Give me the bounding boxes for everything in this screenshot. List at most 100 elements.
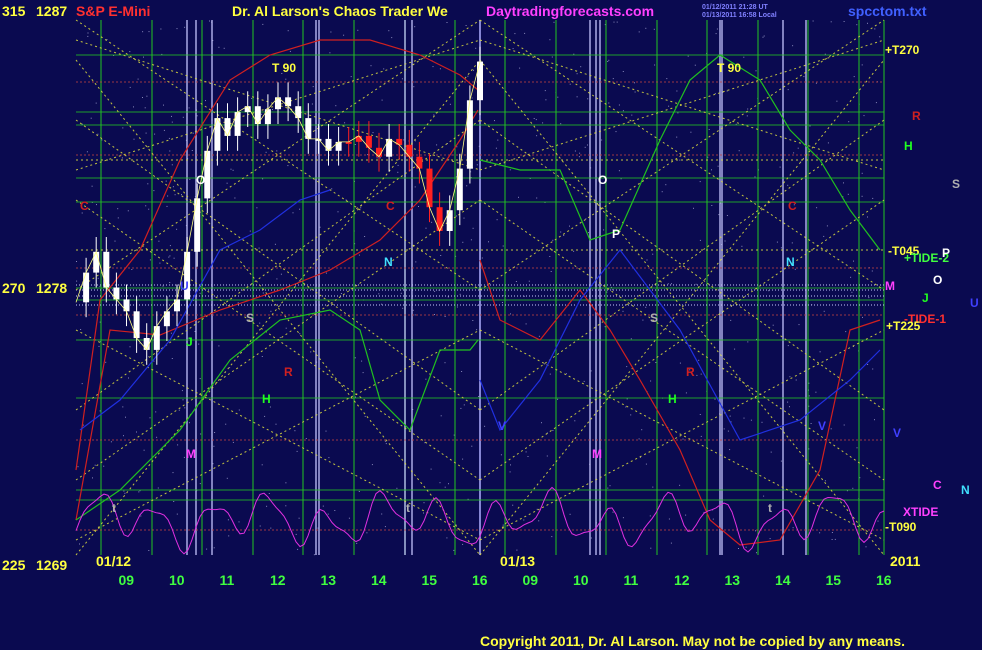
star <box>769 538 771 540</box>
star <box>370 65 372 67</box>
star <box>461 371 463 372</box>
star <box>188 422 190 424</box>
star <box>780 460 782 462</box>
x-tick-label: 13 <box>321 572 337 588</box>
star <box>340 293 342 294</box>
candle-body <box>83 272 90 303</box>
star <box>715 33 717 35</box>
x-tick-label: 14 <box>775 572 791 588</box>
star <box>299 208 301 210</box>
star <box>297 548 299 550</box>
star <box>129 346 131 348</box>
right-label: +T225 <box>886 319 921 333</box>
star <box>484 425 486 427</box>
candle-body <box>194 198 201 252</box>
star <box>823 310 825 312</box>
star <box>227 519 229 521</box>
star <box>792 45 794 47</box>
chart-label: R <box>284 365 293 379</box>
star <box>258 247 260 249</box>
star <box>432 66 434 68</box>
star <box>819 351 821 353</box>
star <box>519 67 521 69</box>
star <box>279 337 281 339</box>
star <box>401 78 403 80</box>
star <box>364 236 366 237</box>
star <box>163 129 165 131</box>
star <box>364 415 366 417</box>
star <box>626 366 628 368</box>
star <box>862 316 863 318</box>
star <box>176 228 178 230</box>
star <box>699 414 701 415</box>
star <box>779 166 781 168</box>
star <box>94 464 96 466</box>
star <box>96 204 97 206</box>
star <box>295 533 297 535</box>
star <box>414 81 416 83</box>
star <box>121 157 123 159</box>
star <box>138 491 140 493</box>
star <box>528 280 530 282</box>
star <box>535 119 537 121</box>
page-title: Dr. Al Larson's Chaos Trader We <box>232 3 448 19</box>
star <box>502 524 504 526</box>
star <box>378 293 380 295</box>
star <box>831 539 833 540</box>
candle-body <box>234 112 241 136</box>
star <box>695 283 697 285</box>
star <box>265 151 267 153</box>
star <box>467 75 469 77</box>
star <box>238 521 240 523</box>
candle-body <box>477 61 483 101</box>
star <box>225 423 227 425</box>
star <box>133 138 135 140</box>
star <box>500 454 502 456</box>
star <box>496 219 498 221</box>
star <box>601 139 603 141</box>
chart-label: C <box>386 199 395 213</box>
star <box>803 76 805 78</box>
star <box>259 322 261 324</box>
star <box>787 184 789 186</box>
star <box>569 83 571 85</box>
star <box>670 542 672 544</box>
star <box>856 447 858 449</box>
star <box>184 407 186 409</box>
star <box>381 99 383 101</box>
star <box>266 505 268 507</box>
right-label: J <box>922 291 929 305</box>
star <box>261 464 263 466</box>
star <box>129 51 131 53</box>
star <box>129 86 131 88</box>
star <box>543 363 545 365</box>
star <box>142 97 143 98</box>
star <box>794 268 796 270</box>
star <box>259 525 261 527</box>
candle-body <box>133 311 140 339</box>
star <box>372 132 374 134</box>
star <box>512 48 514 50</box>
star <box>845 331 847 333</box>
star <box>91 185 93 187</box>
star <box>114 240 116 242</box>
star <box>509 169 511 171</box>
star <box>762 36 764 38</box>
candle-body <box>416 156 423 169</box>
star <box>549 39 551 41</box>
candle-body <box>264 109 271 125</box>
star <box>298 517 300 519</box>
star <box>385 443 387 445</box>
star <box>472 320 474 321</box>
star <box>155 411 157 413</box>
star <box>612 78 614 80</box>
star <box>110 441 112 443</box>
star <box>268 493 270 494</box>
star <box>371 464 373 466</box>
right-label: V <box>893 426 901 440</box>
star <box>655 362 657 363</box>
star <box>823 235 825 237</box>
star <box>557 398 559 400</box>
star <box>299 333 301 335</box>
star <box>609 485 611 487</box>
